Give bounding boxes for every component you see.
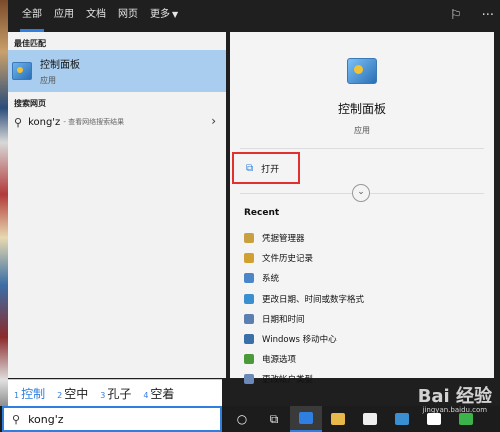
recent-item[interactable]: 电源选项	[244, 349, 484, 369]
task-view-icon[interactable]: ⧉	[258, 406, 290, 432]
folder-logo	[331, 413, 345, 425]
recent-list: 凭据管理器 文件历史记录 系统 更改日期、时间或数字格式 日期和时间 Windo…	[244, 228, 484, 390]
recent-heading: Recent	[244, 208, 280, 218]
baidu-jingyan-watermark: Bai 经验 jingyan.baidu.com	[418, 382, 492, 414]
recent-item-label: 日期和时间	[262, 314, 305, 325]
best-match-result[interactable]: 控制面板 应用	[8, 50, 226, 92]
mail-logo	[395, 413, 409, 425]
recent-item-label: Windows 移动中心	[262, 335, 337, 346]
recent-item[interactable]: 日期和时间	[244, 309, 484, 329]
account-type-icon	[244, 374, 254, 385]
region-format-icon	[244, 293, 254, 304]
desktop-background-strip	[0, 0, 8, 432]
wechat-logo	[459, 413, 473, 425]
tab-apps[interactable]: 应用	[48, 0, 80, 32]
recent-item[interactable]: 更改日期、时间或数字格式	[244, 289, 484, 309]
store-logo	[363, 413, 377, 425]
system-icon	[244, 273, 254, 284]
tab-documents[interactable]: 文档	[80, 0, 112, 32]
open-window-icon: ⧉	[246, 162, 254, 174]
ime-candidate-text: 控制	[21, 387, 46, 401]
ime-candidate-text: 孔子	[107, 387, 132, 401]
ime-candidate-number: 1	[14, 391, 20, 400]
chevron-right-icon[interactable]: ›	[211, 114, 216, 128]
search-icon: ⚲	[12, 412, 21, 426]
ime-candidate-text: 空着	[150, 387, 175, 401]
store-icon[interactable]	[354, 406, 386, 432]
recent-item-label: 电源选项	[262, 355, 297, 366]
ime-candidate[interactable]: 2 空中	[57, 385, 88, 402]
mobility-center-icon	[244, 334, 254, 345]
taskbar-search-input[interactable]: ⚲ kong'z	[2, 406, 222, 432]
expand-chevron-button[interactable]: ⌄	[352, 184, 370, 202]
best-match-heading: 最佳匹配	[14, 39, 46, 48]
open-button[interactable]: ⧉ 打开	[232, 152, 300, 184]
edge-browser-icon[interactable]	[290, 406, 322, 432]
recent-item[interactable]: Windows 移动中心	[244, 329, 484, 349]
recent-item[interactable]: 凭据管理器	[244, 228, 484, 248]
results-pane: 最佳匹配 控制面板 应用 搜索网页 ⚲ kong'z - 查看网络搜索结果 ›	[8, 32, 226, 378]
credential-manager-icon	[244, 233, 254, 244]
best-match-name: 控制面板	[40, 60, 80, 71]
search-input-text: kong'z	[28, 412, 64, 426]
watermark-main: Bai 经验	[417, 386, 492, 407]
cortana-icon[interactable]: ○	[226, 406, 258, 432]
ime-candidate[interactable]: 4 空着	[143, 385, 174, 402]
file-history-icon	[244, 253, 254, 264]
control-panel-large-icon	[347, 58, 377, 84]
recent-item[interactable]: 系统	[244, 268, 484, 288]
tab-web[interactable]: 网页	[112, 0, 144, 32]
ime-candidate[interactable]: 3 孔子	[100, 385, 131, 402]
recent-item-label: 系统	[262, 274, 280, 285]
feedback-icon[interactable]: ⚐	[450, 8, 462, 23]
control-panel-icon	[12, 62, 32, 80]
caret-down-icon: ▼	[172, 10, 179, 19]
preview-app-type: 应用	[354, 126, 370, 135]
more-options-icon[interactable]: ···	[482, 8, 494, 23]
preview-pane: 控制面板 应用 ⧉ 打开 ⌄ Recent 凭据管理器 文件历史记录 系统 更改…	[230, 32, 494, 385]
divider	[240, 148, 484, 149]
ime-candidate-bar: 1 控制 2 空中 3 孔子 4 空着	[8, 379, 222, 407]
best-match-type: 应用	[40, 76, 56, 85]
ime-candidate-text: 空中	[64, 387, 89, 401]
power-options-icon	[244, 354, 254, 365]
date-time-icon	[244, 313, 254, 324]
ime-candidate-number: 4	[143, 391, 149, 400]
web-search-result[interactable]: ⚲ kong'z - 查看网络搜索结果 ›	[8, 110, 226, 134]
search-icon: ⚲	[14, 115, 23, 129]
edge-logo	[299, 412, 313, 424]
file-explorer-icon[interactable]	[322, 406, 354, 432]
recent-item-label: 文件历史记录	[262, 254, 314, 265]
tab-all-label: 全部	[22, 9, 42, 20]
tab-all[interactable]: 全部	[16, 0, 48, 32]
tab-more[interactable]: 更多 ▼	[144, 0, 184, 32]
search-scope-bar: 全部 应用 文档 网页 更多 ▼ ⚐ ···	[8, 0, 500, 32]
web-search-query: kong'z	[28, 116, 61, 128]
web-search-heading: 搜索网页	[14, 99, 46, 108]
tab-documents-label: 文档	[86, 9, 106, 20]
web-search-hint: - 查看网络搜索结果	[63, 118, 125, 126]
recent-item[interactable]: 文件历史记录	[244, 248, 484, 268]
tab-apps-label: 应用	[54, 9, 74, 20]
open-label: 打开	[261, 164, 280, 175]
recent-item-label: 更改日期、时间或数字格式	[262, 294, 365, 305]
recent-item-label: 凭据管理器	[262, 234, 305, 245]
tab-more-label: 更多	[150, 9, 170, 20]
app-logo	[427, 413, 441, 425]
tab-web-label: 网页	[118, 9, 138, 20]
ime-candidate[interactable]: 1 控制	[14, 385, 45, 402]
ime-candidate-number: 3	[100, 391, 106, 400]
preview-app-name: 控制面板	[337, 102, 386, 116]
mail-icon[interactable]	[386, 406, 418, 432]
ime-candidate-number: 2	[57, 391, 63, 400]
recent-item-label: 更改帐户类型	[262, 375, 314, 386]
watermark-sub: jingyan.baidu.com	[422, 406, 488, 414]
